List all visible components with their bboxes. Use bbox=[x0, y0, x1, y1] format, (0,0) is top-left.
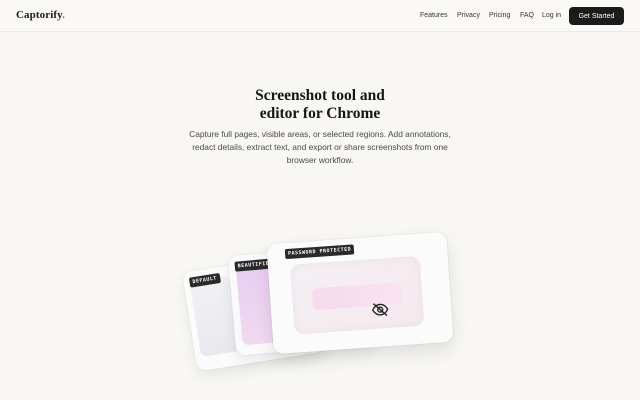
hero-title-line1: Screenshot tool and bbox=[255, 87, 385, 104]
card-password-protected: PASSWORD PROTECTED bbox=[266, 231, 454, 355]
hero-subtitle-line3: browser workflow. bbox=[286, 155, 354, 166]
brand-logo[interactable]: Captorify. bbox=[16, 9, 65, 21]
site-header: Captorify. Features Privacy Pricing FAQ … bbox=[0, 0, 640, 32]
get-started-button[interactable]: Get Started bbox=[569, 7, 624, 25]
eye-slash-icon bbox=[372, 303, 389, 316]
nav-link-pricing[interactable]: Pricing bbox=[489, 12, 510, 19]
hero-title: Screenshot tool and editor for Chrome bbox=[0, 87, 640, 123]
card-protected-preview bbox=[289, 255, 425, 335]
brand-dot: . bbox=[62, 9, 65, 21]
hero-subtitle: Capture full pages, visible areas, or se… bbox=[170, 128, 470, 168]
nav-link-features[interactable]: Features bbox=[420, 12, 448, 19]
nav-link-faq[interactable]: FAQ bbox=[520, 12, 534, 19]
nav-link-login[interactable]: Log in bbox=[542, 12, 561, 19]
nav-link-privacy[interactable]: Privacy bbox=[457, 12, 480, 19]
hero-title-line2: editor for Chrome bbox=[259, 105, 381, 122]
blurred-content bbox=[311, 282, 403, 311]
hero-subtitle-line2: redact details, extract text, and export… bbox=[192, 142, 448, 153]
brand-name: Captorify bbox=[16, 9, 63, 21]
badge-password-protected: PASSWORD PROTECTED bbox=[284, 244, 355, 260]
hero-subtitle-line1: Capture full pages, visible areas, or se… bbox=[189, 129, 451, 139]
